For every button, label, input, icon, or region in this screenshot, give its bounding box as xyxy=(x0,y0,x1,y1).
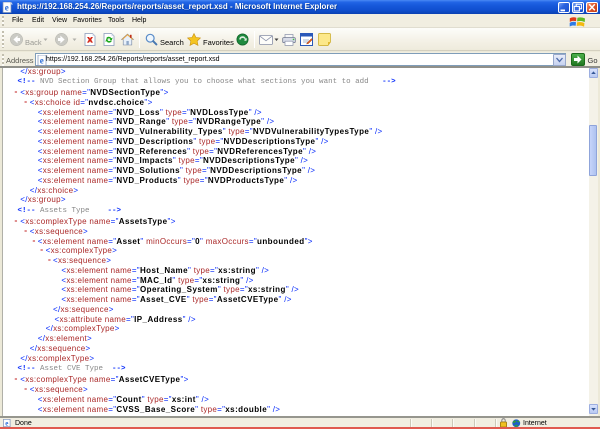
svg-text:e: e xyxy=(5,420,8,427)
svg-text:e: e xyxy=(40,55,44,65)
svg-text:e: e xyxy=(5,2,9,12)
